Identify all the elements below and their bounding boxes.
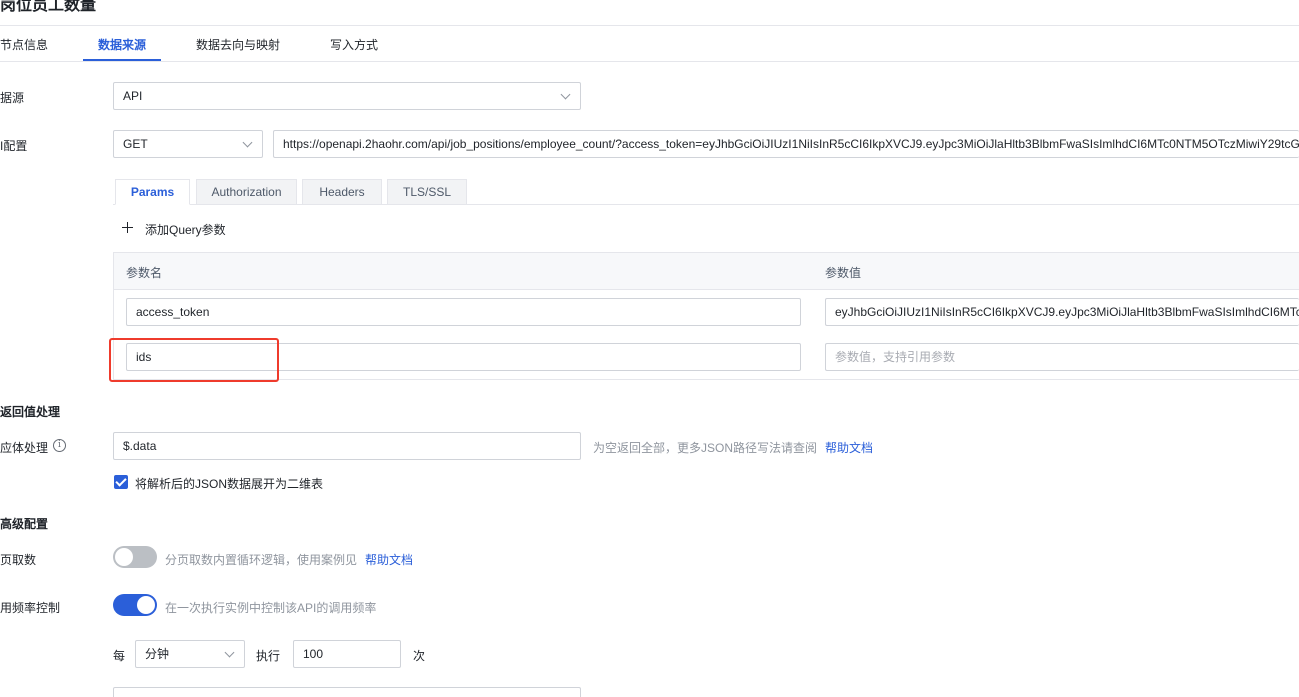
param-value-text: eyJhbGciOiJIUzI1NiIsInR5cCI6IkpXVCJ9.eyJ…	[835, 305, 1299, 319]
advanced-section-title: 高级配置	[0, 517, 49, 531]
rate-unit-value: 分钟	[145, 647, 170, 661]
api-config-label: I配置	[0, 139, 28, 153]
subtab-params[interactable]: Params	[115, 179, 190, 205]
api-url-input[interactable]: https://openapi.2haohr.com/api/job_posit…	[273, 130, 1299, 158]
tab-write-mode[interactable]: 写入方式	[330, 36, 378, 53]
rate-limit-label: 用频率控制	[0, 601, 61, 615]
param-value-input[interactable]: eyJhbGciOiJIUzI1NiIsInR5cCI6IkpXVCJ9.eyJ…	[825, 298, 1299, 326]
params-table-header	[114, 253, 1299, 290]
pagination-label: 页取数	[0, 553, 37, 567]
param-value-placeholder: 参数值，支持引用参数	[835, 350, 956, 364]
pagination-help-link[interactable]: 帮助文档	[365, 551, 413, 568]
chevron-down-icon	[242, 137, 253, 148]
pagination-toggle[interactable]	[113, 546, 157, 568]
response-body-label: 应体处理	[0, 441, 49, 455]
rate-count-value: 100	[303, 647, 324, 661]
param-name-input[interactable]: access_token	[126, 298, 801, 326]
chevron-down-icon	[560, 89, 571, 100]
tab-data-source[interactable]: 数据来源	[98, 36, 146, 53]
api-url-value: https://openapi.2haohr.com/api/job_posit…	[283, 137, 1299, 151]
data-source-select[interactable]: API	[113, 82, 581, 110]
subtab-authorization[interactable]: Authorization	[196, 179, 297, 205]
rate-count-input[interactable]: 100	[293, 640, 401, 668]
next-field-partial[interactable]	[113, 687, 581, 697]
tab-data-target-mapping[interactable]: 数据去向与映射	[196, 36, 280, 53]
subtab-tls-ssl[interactable]: TLS/SSL	[387, 179, 467, 205]
flatten-json-checkbox[interactable]	[114, 475, 128, 489]
param-name-header: 参数名	[126, 266, 163, 280]
chevron-down-icon	[224, 647, 235, 658]
pagination-hint: 分页取数内置循环逻辑，使用案例见	[165, 553, 358, 567]
header-divider	[0, 25, 1299, 26]
rate-limit-toggle[interactable]	[113, 594, 157, 616]
rate-limit-hint: 在一次执行实例中控制该API的调用频率	[165, 601, 377, 615]
response-body-value: $.data	[123, 439, 157, 453]
http-method-select[interactable]: GET	[113, 130, 263, 158]
response-body-input[interactable]: $.data	[113, 432, 581, 460]
param-value-header: 参数值	[825, 266, 862, 280]
highlight-annotation	[109, 338, 279, 382]
add-query-param-button[interactable]: 添加Query参数	[145, 221, 226, 238]
rate-per-label: 每	[113, 649, 126, 663]
param-value-input[interactable]: 参数值，支持引用参数	[825, 343, 1299, 371]
plus-icon[interactable]	[122, 222, 133, 233]
http-method-value: GET	[123, 137, 148, 151]
flatten-json-label: 将解析后的JSON数据展开为二维表	[135, 477, 324, 491]
data-source-label: 据源	[0, 91, 25, 105]
rate-unit-select[interactable]: 分钟	[135, 640, 245, 668]
rate-times-label: 次	[413, 649, 426, 663]
rate-exec-label: 执行	[256, 649, 281, 663]
param-name-value: access_token	[136, 305, 210, 319]
tabs-divider	[0, 61, 1299, 62]
page-title: 岗位员工数量	[0, 0, 97, 14]
return-section-title: 返回值处理	[0, 405, 61, 419]
toggle-knob	[137, 596, 155, 614]
response-body-hint: 为空返回全部，更多JSON路径写法请查阅	[593, 441, 818, 455]
response-help-link[interactable]: 帮助文档	[825, 439, 873, 456]
subtab-headers[interactable]: Headers	[302, 179, 382, 205]
data-source-value: API	[123, 89, 143, 103]
info-icon[interactable]: i	[53, 439, 66, 452]
toggle-knob	[115, 548, 133, 566]
tab-node-info[interactable]: 节点信息	[0, 36, 48, 53]
